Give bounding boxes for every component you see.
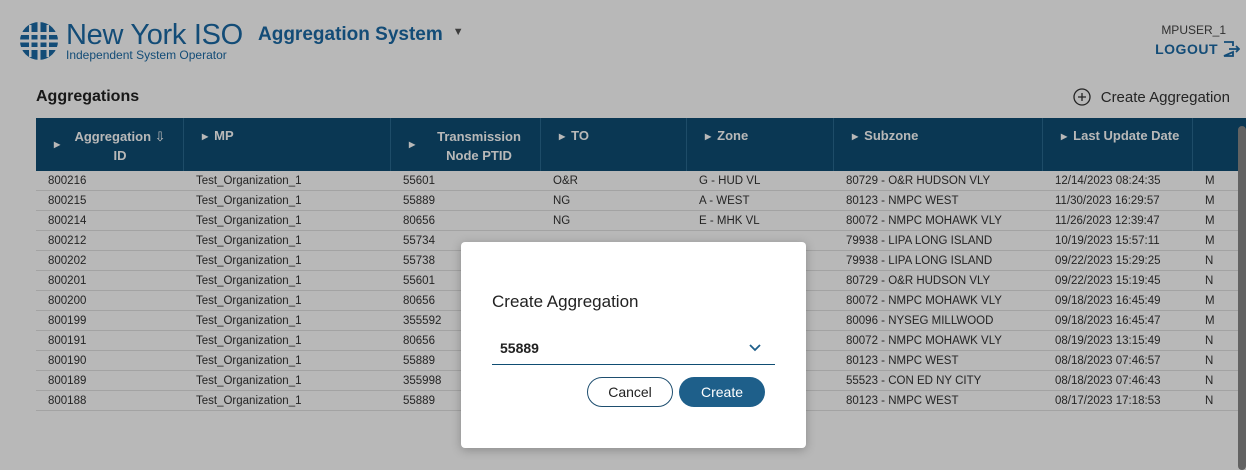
select-value: 55889 <box>500 340 539 356</box>
dialog-title: Create Aggregation <box>492 292 639 311</box>
chevron-down-icon <box>749 344 761 352</box>
cancel-button[interactable]: Cancel <box>587 377 673 407</box>
create-aggregation-dialog: Create Aggregation 55889 Cancel Create <box>461 242 806 448</box>
transmission-node-select[interactable]: 55889 <box>492 335 775 365</box>
create-button[interactable]: Create <box>679 377 765 407</box>
